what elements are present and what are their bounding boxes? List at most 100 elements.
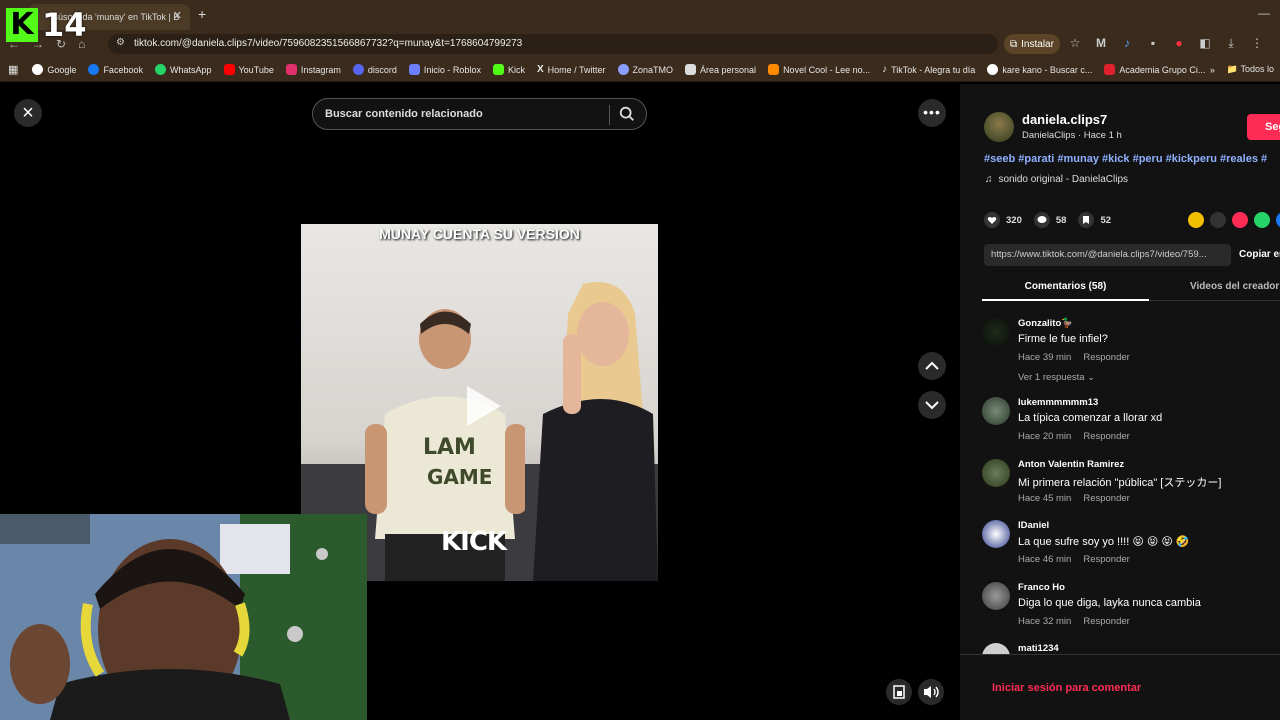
commenter-avatar[interactable] <box>982 397 1010 425</box>
author-info[interactable]: daniela.clips7 DanielaClips · Hace 1 h <box>984 112 1122 142</box>
bookmark-whatsapp[interactable]: WhatsApp <box>154 64 212 75</box>
svg-text:LAM: LAM <box>423 435 476 460</box>
kick-logo-icon: K <box>6 8 38 42</box>
close-button[interactable]: × <box>14 99 42 127</box>
extension-gray-icon[interactable]: ▪ <box>1146 36 1160 51</box>
whatsapp-icon <box>154 64 166 75</box>
bookmark-twitter[interactable]: X Home / Twitter <box>537 64 606 75</box>
comment-username[interactable]: Franco Ho <box>1018 582 1065 593</box>
share-icons <box>1188 212 1280 228</box>
video-link-field[interactable]: https://www.tiktok.com/@daniela.clips7/v… <box>984 244 1231 266</box>
save-button[interactable]: 52 <box>1078 212 1111 228</box>
commenter-avatar[interactable] <box>982 582 1010 610</box>
embed-icon[interactable] <box>1210 212 1226 228</box>
share-friends-icon[interactable] <box>1188 212 1204 228</box>
bookmark-academia[interactable]: Academia Grupo Ci... <box>1104 64 1205 75</box>
commenter-avatar[interactable] <box>982 520 1010 548</box>
star-icon[interactable]: ☆ <box>1068 36 1082 51</box>
minimize-icon[interactable]: — <box>1258 6 1270 20</box>
svg-text:GAME: GAME <box>427 465 492 489</box>
extension-red-icon[interactable]: ● <box>1172 36 1186 51</box>
commenter-avatar[interactable] <box>982 318 1010 346</box>
reply-button[interactable]: Responder <box>1083 554 1129 565</box>
play-icon[interactable] <box>463 384 503 428</box>
apps-grid-icon[interactable]: ▦ <box>8 63 18 76</box>
bookmark-instagram[interactable]: Instagram <box>285 64 341 75</box>
comment-login-bar: Iniciar sesión para comentar <box>960 654 1280 720</box>
kick-watermark: KICK <box>441 527 507 557</box>
close-icon: × <box>22 102 34 124</box>
bookmark-novel-cool[interactable]: Novel Cool - Lee no... <box>768 64 870 75</box>
menu-icon[interactable]: ⋮ <box>1250 36 1264 51</box>
hashtags[interactable]: #seeb #parati #munay #kick #peru #kickpe… <box>984 153 1267 165</box>
comment-item: Franco Ho Diga lo que diga, layka nunca … <box>982 580 1280 636</box>
sound-link[interactable]: ♫ sonido original - DanielaClips <box>985 174 1128 185</box>
more-options-button[interactable]: ••• <box>918 99 946 127</box>
bookmark-discord[interactable]: discord <box>352 64 397 75</box>
url-bar[interactable]: ⚙ tiktok.com/@daniela.clips7/video/75960… <box>108 34 998 54</box>
comment-username[interactable]: lukemmmmmm13 <box>1018 397 1098 408</box>
author-subline: DanielaClips · Hace 1 h <box>1022 130 1122 141</box>
x-twitter-icon: X <box>536 64 544 75</box>
reply-button[interactable]: Responder <box>1083 616 1129 627</box>
author-username[interactable]: daniela.clips7 <box>1022 112 1122 127</box>
related-search-input[interactable]: Buscar contenido relacionado <box>312 98 647 130</box>
comment-button[interactable]: 58 <box>1033 212 1066 228</box>
bookmark-youtube[interactable]: YouTube <box>223 64 274 75</box>
engagement-stats: 320 58 52 <box>984 212 1111 228</box>
comment-time: Hace 39 min <box>1018 352 1072 363</box>
chevron-right-icon[interactable]: » <box>1210 65 1215 75</box>
new-tab-icon[interactable]: + <box>198 6 206 22</box>
window-controls: — <box>1258 6 1270 20</box>
bookmark-google[interactable]: Google <box>32 64 76 75</box>
sound-label: sonido original - DanielaClips <box>998 174 1129 185</box>
share-tiktok-icon[interactable] <box>1232 212 1248 228</box>
previous-video-button[interactable] <box>918 352 946 380</box>
mini-player-button[interactable] <box>886 679 912 705</box>
next-video-button[interactable] <box>918 391 946 419</box>
bookmark-kick[interactable]: Kick <box>492 64 525 75</box>
copy-link-button[interactable]: Copiar en <box>1239 249 1280 260</box>
whatsapp-share-icon[interactable] <box>1254 212 1270 228</box>
kick-icon <box>492 64 504 75</box>
reply-button[interactable]: Responder <box>1083 352 1129 363</box>
comment-time: Hace 20 min <box>1018 431 1072 442</box>
follow-button[interactable]: Seg <box>1247 114 1280 140</box>
extensions-puzzle-icon[interactable]: ◧ <box>1198 36 1212 51</box>
site-info-icon[interactable]: ⚙ <box>116 37 125 48</box>
facebook-share-icon[interactable] <box>1276 212 1280 228</box>
pip-icon <box>893 685 905 699</box>
like-button[interactable]: 320 <box>984 212 1022 228</box>
comment-username[interactable]: Anton Valentin Ramirez <box>1018 459 1124 470</box>
extension-m-icon[interactable]: M <box>1094 36 1108 51</box>
commenter-avatar[interactable] <box>982 459 1010 487</box>
close-tab-icon[interactable]: ✕ <box>173 9 182 22</box>
tab-creator-videos[interactable]: Videos del creador <box>1190 281 1279 292</box>
bookmark-roblox[interactable]: Inicio - Roblox <box>408 64 481 75</box>
bookmark-area-personal[interactable]: Área personal <box>685 64 756 75</box>
comment-username[interactable]: Gonzalito🦆 <box>1018 318 1073 329</box>
bookmark-kare-kano[interactable]: kare kano - Buscar c... <box>987 64 1092 75</box>
search-icon[interactable] <box>618 105 636 123</box>
comment-username[interactable]: lDaniel <box>1018 520 1049 531</box>
reply-button[interactable]: Responder <box>1083 431 1129 442</box>
reply-button[interactable]: Responder <box>1083 493 1129 504</box>
volume-button[interactable] <box>918 679 944 705</box>
all-bookmarks[interactable]: 📁 Todos lo <box>1227 64 1274 75</box>
comment-username[interactable]: mati1234 <box>1018 643 1059 654</box>
install-button[interactable]: ⧉ Instalar <box>1004 34 1060 54</box>
view-replies-button[interactable]: Ver 1 respuesta ⌄ <box>1018 372 1095 383</box>
extension-sound-icon[interactable]: ♪ <box>1120 36 1134 51</box>
bookmark-facebook[interactable]: Facebook <box>88 64 143 75</box>
bookmark-tiktok[interactable]: ♪ TikTok - Alegra tu día <box>882 64 975 75</box>
webcam-overlay <box>0 514 367 720</box>
search-divider <box>609 105 610 125</box>
login-to-comment-link[interactable]: Iniciar sesión para comentar <box>992 682 1141 694</box>
author-avatar[interactable] <box>984 112 1014 142</box>
comment-item: lukemmmmmm13 La típica comenzar a llorar… <box>982 395 1280 451</box>
address-bar-row: ← → ↻ ⌂ ⚙ tiktok.com/@daniela.clips7/vid… <box>0 30 1280 58</box>
bookmark-zonatmo[interactable]: ZonaTMO <box>617 64 673 75</box>
tab-comments[interactable]: Comentarios (58) <box>982 281 1149 292</box>
download-icon[interactable]: ⤓ <box>1224 36 1238 51</box>
url-text: tiktok.com/@daniela.clips7/video/7596082… <box>134 38 523 49</box>
